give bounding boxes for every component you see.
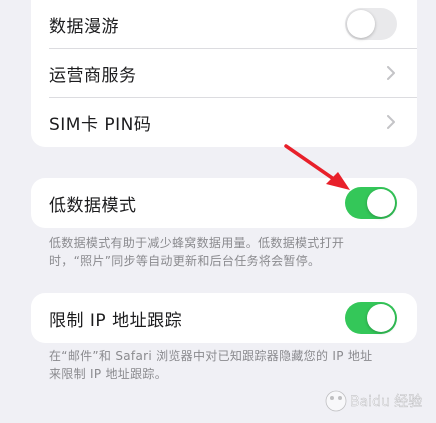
carrier-services-label: 运营商服务 xyxy=(49,65,137,86)
toggle-knob xyxy=(347,10,375,38)
cellular-settings-group: 数据漫游 运营商服务 SIM卡 PIN码 xyxy=(31,0,417,147)
data-roaming-row: 数据漫游 xyxy=(31,0,417,48)
limit-ip-tracking-footnote: 在“邮件”和 Safari 浏览器中对已知跟踪器隐藏您的 IP 地址 来限制 I… xyxy=(49,347,399,383)
limit-ip-tracking-group: 限制 IP 地址跟踪 xyxy=(31,293,417,343)
baidu-jingyan-watermark-icon: Baidu 经验 xyxy=(325,390,422,412)
data-roaming-toggle[interactable] xyxy=(345,8,397,40)
low-data-mode-label: 低数据模式 xyxy=(49,195,137,216)
sim-pin-label: SIM卡 PIN码 xyxy=(49,114,152,135)
toggle-knob xyxy=(367,189,395,217)
footnote-line: 低数据模式有助于减少蜂窝数据用量。低数据模式打开 xyxy=(49,236,345,250)
limit-ip-tracking-row: 限制 IP 地址跟踪 xyxy=(31,294,417,342)
red-arrow-annotation-icon xyxy=(284,144,350,190)
sim-pin-row[interactable]: SIM卡 PIN码 xyxy=(31,98,417,146)
carrier-services-row[interactable]: 运营商服务 xyxy=(31,49,417,97)
limit-ip-tracking-toggle[interactable] xyxy=(345,302,397,334)
footnote-line: 时，“照片”同步等自动更新和后台任务将会暂停。 xyxy=(49,254,321,268)
chevron-right-icon xyxy=(387,115,395,129)
low-data-mode-footnote: 低数据模式有助于减少蜂窝数据用量。低数据模式打开 时，“照片”同步等自动更新和后… xyxy=(49,234,399,270)
toggle-knob xyxy=(367,304,395,332)
footnote-line: 在“邮件”和 Safari 浏览器中对已知跟踪器隐藏您的 IP 地址 xyxy=(49,349,373,363)
data-roaming-label: 数据漫游 xyxy=(49,16,119,37)
watermark-text: Baidu 经验 xyxy=(350,394,422,410)
limit-ip-tracking-label: 限制 IP 地址跟踪 xyxy=(49,310,183,331)
chevron-right-icon xyxy=(387,66,395,80)
